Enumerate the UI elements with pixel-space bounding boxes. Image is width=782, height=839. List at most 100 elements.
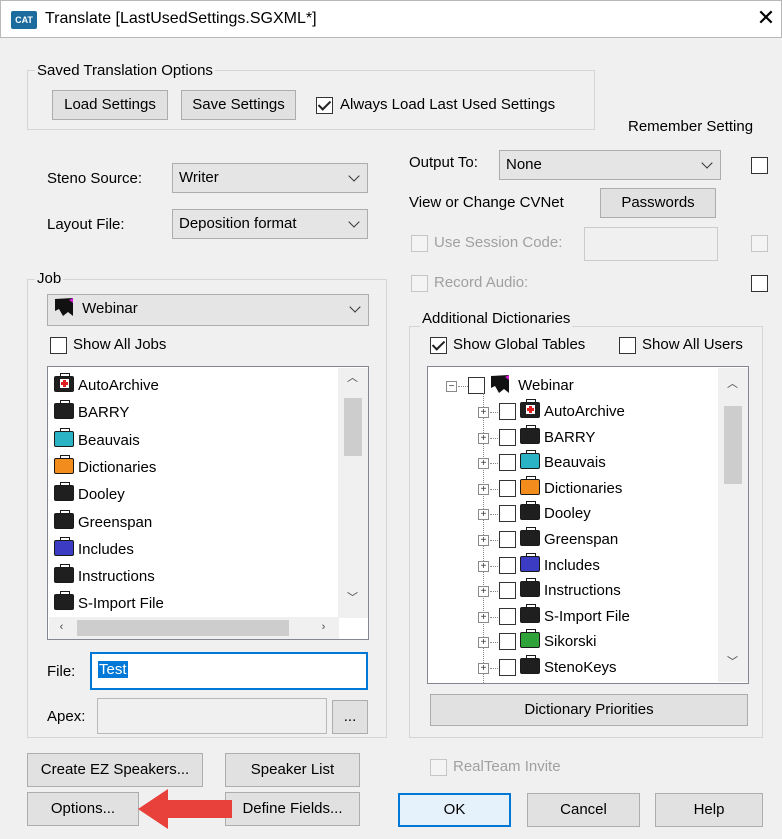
dictionaries-tree[interactable]: − Webinar + AutoArchive + BARRY + Beauvais + Di… (427, 366, 749, 684)
dictionary-tree-item-label: Dictionaries (544, 479, 623, 497)
job-list-item[interactable]: Beauvais (54, 427, 140, 454)
always-load-checkbox[interactable] (316, 97, 333, 114)
dictionary-tree-item[interactable]: Includes (520, 552, 600, 579)
tree-expand-icon[interactable]: + (478, 611, 489, 623)
tree-root-item[interactable]: Webinar (490, 373, 574, 399)
job-list-item[interactable]: Dooley (54, 482, 125, 508)
chevron-down-icon (349, 301, 361, 313)
remember-record-audio-checkbox[interactable] (751, 275, 768, 292)
save-settings-button[interactable]: Save Settings (181, 90, 296, 120)
job-select[interactable]: Webinar (47, 294, 369, 326)
options-button[interactable]: Options... (27, 792, 139, 826)
show-all-jobs-checkbox[interactable] (50, 337, 67, 354)
dictionary-checkbox[interactable] (499, 582, 516, 600)
apex-input[interactable] (97, 698, 327, 734)
hscroll-thumb[interactable] (77, 620, 289, 636)
realteam-invite-label: RealTeam Invite (453, 758, 561, 775)
dictionary-tree-item[interactable]: Dictionaries (520, 475, 623, 502)
speaker-list-button[interactable]: Speaker List (225, 753, 360, 787)
tree-expand-icon[interactable]: + (478, 663, 489, 674)
annotation-arrow-icon (138, 789, 232, 829)
scroll-down-icon[interactable]: ﹀ (344, 590, 361, 607)
scroll-up-icon[interactable]: ︿ (724, 376, 741, 393)
dictionary-checkbox[interactable] (499, 428, 516, 446)
session-code-input[interactable] (584, 227, 718, 261)
steno-source-select[interactable]: Writer (172, 163, 368, 193)
job-list-item[interactable]: Instructions (54, 564, 155, 590)
load-settings-button[interactable]: Load Settings (52, 90, 168, 120)
job-list-item-label: BARRY (78, 404, 130, 422)
briefcase-icon (520, 424, 540, 444)
scroll-thumb[interactable] (344, 398, 362, 456)
tree-expand-icon[interactable]: + (478, 535, 489, 546)
job-list-item[interactable]: Includes (54, 536, 134, 563)
dictionaries-vscroll[interactable]: ︿ ﹀ (718, 368, 748, 682)
remember-output-checkbox[interactable] (751, 157, 768, 174)
job-list-hscroll[interactable]: ‹ › (49, 617, 339, 639)
dictionary-checkbox[interactable] (499, 479, 516, 497)
job-list-item[interactable]: Dictionaries (54, 454, 156, 481)
tree-expand-icon[interactable]: + (478, 586, 489, 598)
tree-line (490, 412, 498, 413)
title-bar: CAT Translate [LastUsedSettings.SGXML*] … (0, 0, 782, 38)
define-fields-button[interactable]: Define Fields... (225, 792, 360, 826)
job-list-item[interactable]: AutoArchive (54, 373, 159, 399)
dictionary-tree-item[interactable]: Beauvais (520, 450, 606, 476)
tree-expand-icon[interactable]: + (478, 560, 489, 572)
scroll-up-icon[interactable]: ︿ (344, 370, 361, 387)
help-button[interactable]: Help (655, 793, 763, 827)
dictionary-tree-item[interactable]: AutoArchive (520, 399, 625, 425)
layout-file-select[interactable]: Deposition format (172, 209, 368, 239)
scroll-right-icon[interactable]: › (315, 619, 332, 636)
tree-expand-icon[interactable]: + (478, 407, 489, 418)
remember-session-code-checkbox[interactable] (751, 235, 768, 252)
tree-expand-icon[interactable]: + (478, 483, 489, 495)
job-list-item[interactable]: S-Import File (54, 591, 164, 617)
dictionary-checkbox[interactable] (499, 505, 516, 523)
dictionary-checkbox[interactable] (499, 633, 516, 651)
dictionary-tree-item[interactable]: Sikorski (520, 629, 597, 655)
passwords-button[interactable]: Passwords (600, 188, 716, 218)
show-global-tables-checkbox[interactable] (430, 337, 447, 354)
dictionary-tree-item[interactable]: Instructions (520, 578, 621, 604)
record-audio-checkbox[interactable] (411, 275, 428, 292)
dictionary-priorities-button[interactable]: Dictionary Priorities (430, 694, 748, 726)
tree-expand-icon[interactable]: + (478, 458, 489, 470)
file-input[interactable]: Test (90, 652, 368, 690)
app-icon: CAT (11, 11, 37, 29)
dictionary-checkbox[interactable] (499, 556, 516, 574)
output-to-select[interactable]: None (499, 150, 721, 180)
job-list-item[interactable]: Greenspan (54, 509, 152, 536)
dictionary-tree-item[interactable]: Greenspan (520, 527, 618, 553)
show-all-users-checkbox[interactable] (619, 337, 636, 354)
tree-expand-icon[interactable]: + (478, 509, 489, 521)
scroll-left-icon[interactable]: ‹ (53, 619, 70, 636)
tree-expand-icon[interactable]: + (478, 637, 489, 649)
job-list-item[interactable]: BARRY (54, 400, 129, 426)
show-all-users-label: Show All Users (642, 336, 743, 353)
dictionary-checkbox[interactable] (499, 454, 516, 472)
job-list[interactable]: AutoArchive BARRY Beauvais Dictionaries Dool… (47, 366, 369, 640)
dictionary-tree-item[interactable]: Dooley (520, 501, 591, 527)
dictionary-checkbox[interactable] (499, 659, 516, 676)
use-session-code-checkbox[interactable] (411, 235, 428, 252)
ok-button[interactable]: OK (398, 793, 511, 827)
tree-expand-icon[interactable]: + (478, 432, 489, 444)
scroll-down-icon[interactable]: ﹀ (724, 654, 741, 671)
dictionary-checkbox[interactable] (499, 531, 516, 548)
close-icon[interactable]: ✕ (753, 5, 779, 33)
dictionary-tree-item[interactable]: StenoKeys (520, 655, 617, 681)
cancel-button[interactable]: Cancel (527, 793, 640, 827)
job-list-vscroll[interactable]: ︿ ﹀ (338, 368, 368, 618)
create-ez-speakers-button[interactable]: Create EZ Speakers... (27, 753, 203, 787)
realteam-invite-checkbox[interactable] (430, 759, 447, 776)
scroll-thumb[interactable] (724, 406, 742, 484)
tree-collapse-icon[interactable]: − (446, 381, 457, 392)
dictionary-tree-item[interactable]: S-Import File (520, 603, 630, 630)
dictionary-checkbox[interactable] (499, 403, 516, 420)
dictionary-tree-item[interactable]: BARRY (520, 424, 595, 451)
briefcase-icon (54, 564, 74, 584)
apex-browse-button[interactable]: ... (332, 700, 368, 734)
tree-root-checkbox[interactable] (468, 377, 485, 394)
dictionary-checkbox[interactable] (499, 607, 516, 625)
